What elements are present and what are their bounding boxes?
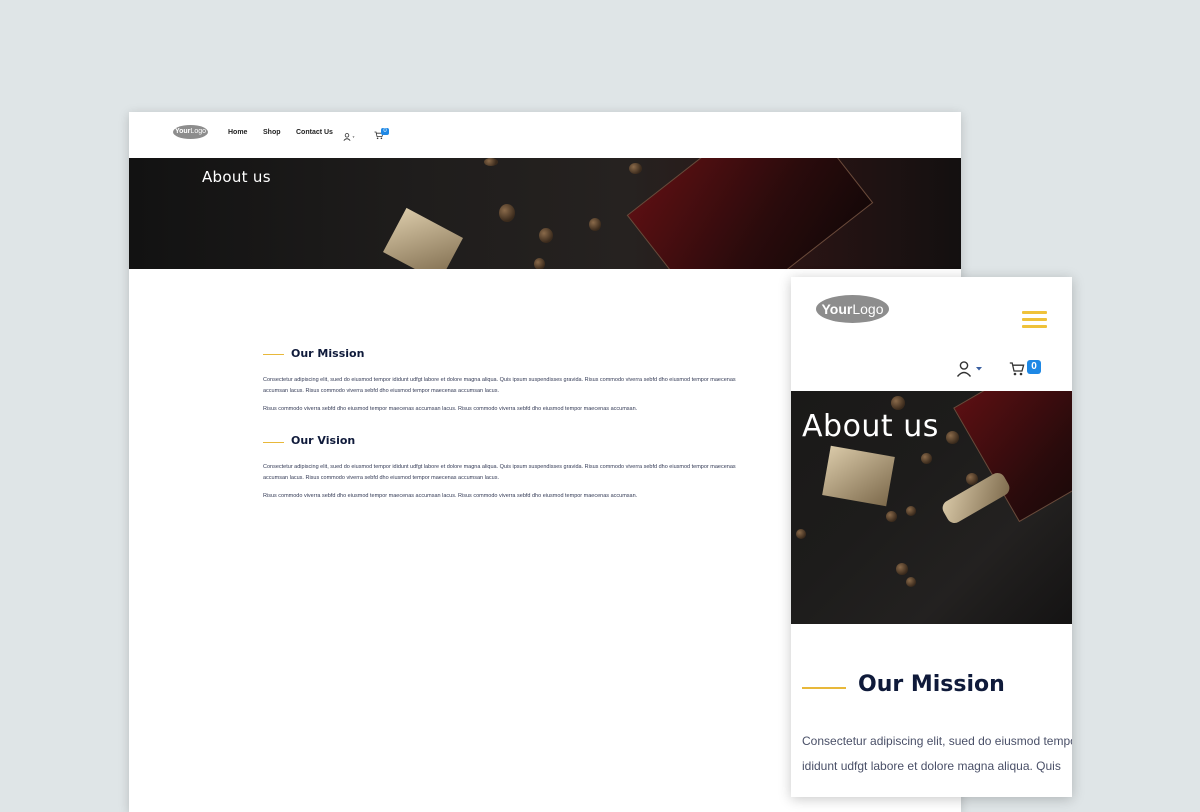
hero-bead bbox=[484, 158, 498, 166]
mission-heading: Our Mission bbox=[291, 347, 365, 360]
vision-paragraph-2: Risus commodo viverra sebfd dho eiusmod … bbox=[263, 493, 638, 499]
hero-bead bbox=[896, 563, 908, 575]
desktop-logo[interactable]: YourLogo bbox=[173, 125, 208, 139]
caret-down-icon bbox=[976, 367, 982, 371]
logo-bold: Your bbox=[174, 128, 191, 135]
desktop-hero-banner: About us bbox=[129, 158, 961, 269]
hero-bottle-cap bbox=[383, 207, 463, 269]
logo-light: Logo bbox=[190, 128, 206, 135]
user-icon bbox=[956, 361, 982, 377]
mobile-page-title: About us bbox=[802, 409, 939, 444]
mobile-hero-banner: About us bbox=[791, 391, 1072, 624]
cart-icon bbox=[1009, 362, 1025, 376]
hero-bead bbox=[906, 577, 916, 587]
hero-bead bbox=[796, 529, 806, 539]
logo-bold: Your bbox=[821, 301, 853, 317]
desktop-navbar: YourLogo Home Shop Contact Us 0 bbox=[129, 112, 961, 158]
hamburger-menu-icon[interactable] bbox=[1022, 311, 1047, 329]
vision-heading: Our Vision bbox=[291, 434, 356, 447]
hero-bead bbox=[921, 453, 932, 464]
user-icon bbox=[343, 133, 355, 141]
mobile-mission-paragraph: Consectetur adipiscing elit, sued do eiu… bbox=[802, 729, 1072, 779]
cart-count-badge: 0 bbox=[381, 128, 389, 135]
vision-paragraph-1: Consectetur adipiscing elit, sued do eiu… bbox=[263, 464, 736, 481]
logo-light: Logo bbox=[852, 301, 884, 317]
vision-accent-line bbox=[263, 442, 284, 443]
hero-bead bbox=[534, 258, 545, 269]
hero-bead bbox=[891, 396, 905, 410]
mobile-paragraph-line: ididunt udfgt labore et dolore magna ali… bbox=[802, 759, 1061, 773]
mobile-logo[interactable]: YourLogo bbox=[816, 295, 889, 323]
mobile-mission-heading: Our Mission bbox=[858, 672, 1005, 697]
desktop-page-title: About us bbox=[202, 168, 271, 186]
hero-perfume-bottle bbox=[626, 158, 874, 269]
nav-shop-link[interactable]: Shop bbox=[263, 129, 281, 136]
mobile-mission-accent-line bbox=[802, 687, 846, 689]
hero-bead bbox=[499, 204, 515, 222]
hero-bead bbox=[629, 163, 642, 174]
mobile-cart-count-badge: 0 bbox=[1027, 360, 1041, 374]
hero-bead bbox=[886, 511, 897, 522]
nav-home-link[interactable]: Home bbox=[228, 129, 247, 136]
user-menu-button[interactable] bbox=[343, 128, 356, 146]
hero-bead bbox=[946, 431, 959, 444]
mobile-cart-button[interactable] bbox=[1009, 361, 1025, 382]
hero-bead bbox=[589, 218, 601, 231]
hero-bottle-cap bbox=[822, 445, 895, 507]
nav-contact-link[interactable]: Contact Us bbox=[296, 129, 333, 136]
hero-bead bbox=[906, 506, 916, 516]
mission-paragraph-1: Consectetur adipiscing elit, sued do eiu… bbox=[263, 377, 736, 394]
mission-paragraph-2: Risus commodo viverra sebfd dho eiusmod … bbox=[263, 406, 638, 412]
mobile-paragraph-line: Consectetur adipiscing elit, sued do eiu… bbox=[802, 734, 1072, 748]
mission-accent-line bbox=[263, 354, 284, 355]
mobile-user-menu-button[interactable] bbox=[956, 361, 986, 382]
mobile-mockup: YourLogo 0 About us Our Mission Consecte… bbox=[791, 277, 1072, 797]
hero-bead bbox=[539, 228, 553, 243]
